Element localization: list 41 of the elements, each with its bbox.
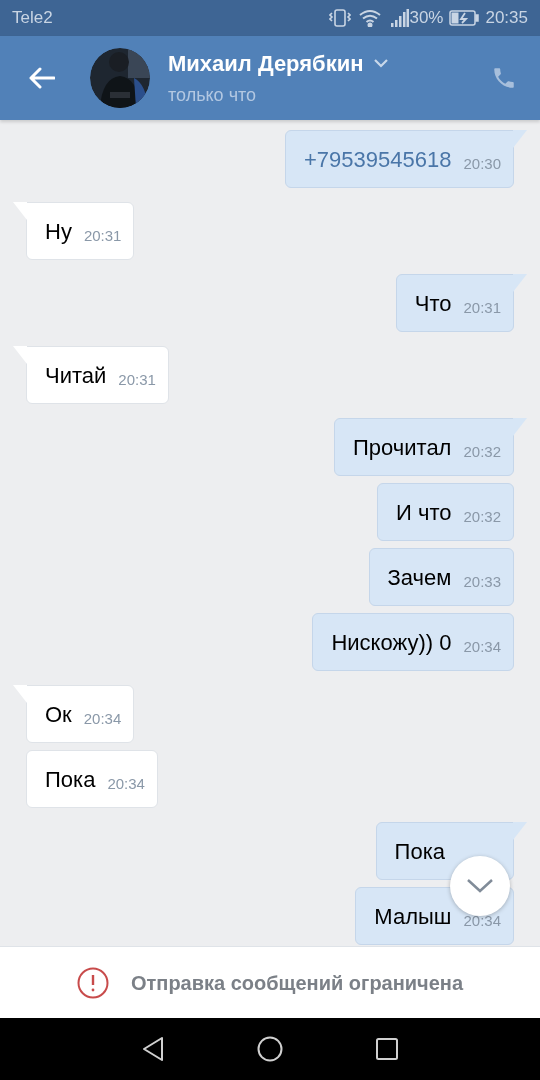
message-text: Читай bbox=[45, 361, 107, 390]
message-text: Ну bbox=[45, 217, 72, 246]
message-text: Нискожу)) 0 bbox=[331, 628, 452, 657]
restriction-message: Отправка сообщений ограничена bbox=[130, 970, 464, 996]
phone-icon bbox=[491, 65, 517, 91]
message-text: И что bbox=[396, 498, 452, 527]
last-seen-status: только что bbox=[168, 84, 258, 107]
message-text: Пока bbox=[394, 837, 445, 866]
contact-name[interactable]: Михаил Дерябкин bbox=[168, 47, 364, 80]
signal-icon bbox=[391, 9, 410, 27]
message-time: 20:31 bbox=[118, 369, 156, 390]
battery-percent: 30% bbox=[409, 7, 444, 30]
home-nav-icon[interactable] bbox=[257, 1036, 283, 1062]
battery-charging-icon bbox=[449, 10, 480, 26]
back-arrow-icon bbox=[29, 67, 55, 89]
carrier-name: Tele2 bbox=[12, 7, 53, 30]
message-time: 20:31 bbox=[463, 297, 501, 318]
message-time: 20:32 bbox=[463, 441, 501, 462]
message-text: Пока bbox=[45, 765, 96, 794]
chevron-down-icon bbox=[467, 879, 493, 893]
message-text: Ок bbox=[45, 700, 72, 729]
clock: 20:35 bbox=[485, 7, 528, 30]
message-time: 20:34 bbox=[107, 773, 145, 794]
wifi-icon bbox=[359, 9, 382, 27]
message-time: 20:34 bbox=[463, 636, 501, 657]
vibrate-icon bbox=[329, 8, 352, 28]
message-time: 20:33 bbox=[463, 571, 501, 592]
phone-link[interactable]: +79539545618 bbox=[304, 142, 452, 176]
message-text: Что bbox=[414, 289, 452, 318]
chevron-down-icon bbox=[373, 59, 388, 68]
recents-nav-icon[interactable] bbox=[375, 1037, 399, 1061]
message-text: Зачем bbox=[387, 563, 452, 592]
message-time: 20:30 bbox=[463, 153, 501, 174]
back-nav-icon[interactable] bbox=[141, 1036, 165, 1062]
message-time: 20:32 bbox=[463, 506, 501, 527]
message-text: Малыш bbox=[374, 902, 452, 931]
message-text: Прочитал bbox=[353, 433, 452, 462]
warning-icon bbox=[76, 966, 109, 999]
message-time: 20:34 bbox=[463, 910, 501, 931]
message-time: 20:31 bbox=[83, 225, 122, 246]
message-time: 20:34 bbox=[83, 708, 122, 729]
